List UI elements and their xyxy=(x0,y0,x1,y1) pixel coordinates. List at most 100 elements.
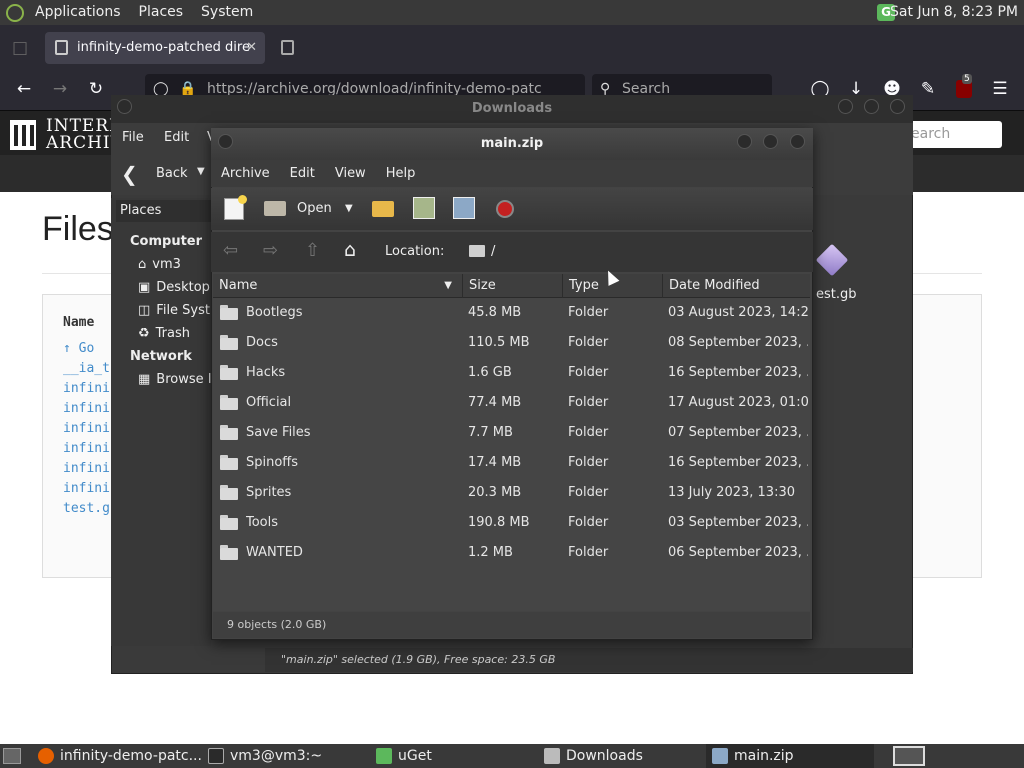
maximize-button[interactable] xyxy=(763,134,778,149)
back-arrow-icon[interactable]: ❮ xyxy=(121,162,138,186)
workspace-switcher[interactable] xyxy=(893,746,925,766)
location-path[interactable]: / xyxy=(491,244,495,259)
archive-window-title[interactable]: main.zip xyxy=(211,128,813,160)
folder-icon xyxy=(220,335,238,350)
minimize-button[interactable] xyxy=(838,99,853,114)
menu-edit[interactable]: Edit xyxy=(280,160,325,187)
sidebar-item-desktop[interactable]: ▣ Desktop xyxy=(138,280,210,295)
forward-arrow-icon[interactable]: → xyxy=(48,77,72,101)
file-link[interactable]: infini xyxy=(63,461,110,476)
file-link[interactable]: infini xyxy=(63,421,110,436)
page-icon xyxy=(55,40,68,55)
taskbar-item-downloads[interactable]: Downloads xyxy=(538,744,706,768)
file-link[interactable]: __ia_t xyxy=(63,361,110,376)
minimize-button[interactable] xyxy=(737,134,752,149)
file-list-header: Name ▼ Size Type Date Modified xyxy=(213,274,810,298)
file-name: Bootlegs xyxy=(246,305,303,320)
back-history-dropdown-icon[interactable]: ▼ xyxy=(197,166,205,177)
extract-icon[interactable] xyxy=(372,201,394,217)
ublock-badge: 5 xyxy=(962,74,972,84)
hamburger-menu-icon[interactable]: ☰ xyxy=(988,77,1012,101)
menu-file[interactable]: File xyxy=(122,130,144,145)
up-icon[interactable]: ⇧ xyxy=(305,240,320,261)
add-folder-icon[interactable] xyxy=(453,197,475,219)
close-button[interactable] xyxy=(890,99,905,114)
back-icon[interactable]: ⇦ xyxy=(223,240,238,261)
browser-tab-active[interactable]: infinity-demo-patched dire ✕ xyxy=(45,32,265,64)
forward-icon[interactable]: ⇨ xyxy=(263,240,278,261)
file-name: Sprites xyxy=(246,485,292,500)
open-folder-icon[interactable] xyxy=(264,201,286,216)
stop-icon[interactable] xyxy=(496,200,514,218)
file-size: 45.8 MB xyxy=(468,305,522,320)
open-dropdown-icon[interactable]: ▼ xyxy=(345,203,353,214)
file-row[interactable]: Docs 110.5 MB Folder 08 September 2023, … xyxy=(213,328,810,358)
file-row[interactable]: Official 77.4 MB Folder 17 August 2023, 01:… xyxy=(213,388,810,418)
desktop-icon: ▣ xyxy=(138,280,151,295)
new-archive-icon[interactable] xyxy=(224,195,247,220)
downloads-statusbar: "main.zip" selected (1.9 GB), Free space… xyxy=(265,648,913,672)
add-files-icon[interactable] xyxy=(413,197,435,219)
menu-edit[interactable]: Edit xyxy=(164,130,189,145)
file-link[interactable]: infini xyxy=(63,381,110,396)
sidebar-item-filesystem[interactable]: ◫ File Syst xyxy=(138,303,210,318)
file-link[interactable]: infini xyxy=(63,401,110,416)
tab-list-icon[interactable]: □ xyxy=(8,36,32,60)
file-link[interactable]: infini xyxy=(63,441,110,456)
file-col-name[interactable]: Name xyxy=(63,315,94,330)
file-date: 08 September 2023, … xyxy=(668,335,808,350)
back-button-label[interactable]: Back xyxy=(156,166,188,181)
col-header-size[interactable]: Size xyxy=(463,274,563,298)
archive-statusbar: 9 objects (2.0 GB) xyxy=(213,612,810,638)
file-size: 20.3 MB xyxy=(468,485,522,500)
system-menu[interactable]: System xyxy=(192,0,262,25)
maximize-button[interactable] xyxy=(864,99,879,114)
file-row[interactable]: Tools 190.8 MB Folder 03 September 2023, … xyxy=(213,508,810,538)
taskbar-item-uget[interactable]: uGet xyxy=(370,744,538,768)
file-row[interactable]: WANTED 1.2 MB Folder 06 September 2023, … xyxy=(213,538,810,568)
desktop-file-label[interactable]: est.gb xyxy=(816,287,857,302)
ia-search-input[interactable]: earch xyxy=(905,121,1002,148)
open-button-label[interactable]: Open xyxy=(297,201,332,216)
window-menu-button[interactable] xyxy=(218,134,233,149)
taskbar-item-terminal[interactable]: vm3@vm3:~ xyxy=(202,744,370,768)
close-tab-icon[interactable]: ✕ xyxy=(246,32,257,64)
folder-icon xyxy=(220,485,238,500)
distro-logo-icon[interactable] xyxy=(6,3,24,22)
home-icon[interactable]: ⌂ xyxy=(344,239,356,261)
file-row[interactable]: Hacks 1.6 GB Folder 16 September 2023, … xyxy=(213,358,810,388)
close-button[interactable] xyxy=(790,134,805,149)
applications-menu[interactable]: Applications xyxy=(26,0,130,25)
ia-logo[interactable]: INTERN ARCHIV xyxy=(10,118,125,152)
taskbar-item-firefox[interactable]: infinity-demo-patc... xyxy=(32,744,202,768)
folder-icon xyxy=(220,515,238,530)
file-row[interactable]: Sprites 20.3 MB Folder 13 July 2023, 13:30 xyxy=(213,478,810,508)
file-row[interactable]: Spinoffs 17.4 MB Folder 16 September 2023, … xyxy=(213,448,810,478)
file-link[interactable]: infini xyxy=(63,481,110,496)
window-menu-button[interactable] xyxy=(117,99,132,114)
browser-tab-inactive[interactable] xyxy=(275,32,495,64)
folder-icon xyxy=(220,395,238,410)
reload-icon[interactable]: ↻ xyxy=(84,77,108,101)
show-desktop-icon[interactable] xyxy=(3,748,21,764)
menu-archive[interactable]: Archive xyxy=(211,160,280,187)
go-up-link[interactable]: ↑ Go xyxy=(63,341,94,356)
sidebar-item-browse-network[interactable]: ▦ Browse I xyxy=(138,372,212,387)
drive-icon: ◫ xyxy=(138,303,151,318)
file-row[interactable]: Bootlegs 45.8 MB Folder 03 August 2023, 14:… xyxy=(213,298,810,328)
places-menu[interactable]: Places xyxy=(130,0,193,25)
menu-help[interactable]: Help xyxy=(376,160,426,187)
clock[interactable]: Sat Jun 8, 8:23 PM xyxy=(890,0,1018,25)
menu-view[interactable]: View xyxy=(325,160,376,187)
sidebar-item-trash[interactable]: ♻ Trash xyxy=(138,326,190,341)
col-header-date[interactable]: Date Modified xyxy=(663,274,810,298)
back-arrow-icon[interactable]: ← xyxy=(12,77,36,101)
file-link[interactable]: test.g xyxy=(63,501,110,516)
extensions-icon[interactable]: ✎ xyxy=(916,77,940,101)
places-selector[interactable]: Places xyxy=(116,200,212,222)
file-row[interactable]: Save Files 7.7 MB Folder 07 September 2023,… xyxy=(213,418,810,448)
downloads-title[interactable]: Downloads xyxy=(111,95,913,123)
sidebar-item-vm3[interactable]: ⌂ vm3 xyxy=(138,257,181,272)
taskbar-item-mainzip[interactable]: main.zip xyxy=(706,744,874,768)
col-header-name[interactable]: Name ▼ xyxy=(213,274,463,298)
